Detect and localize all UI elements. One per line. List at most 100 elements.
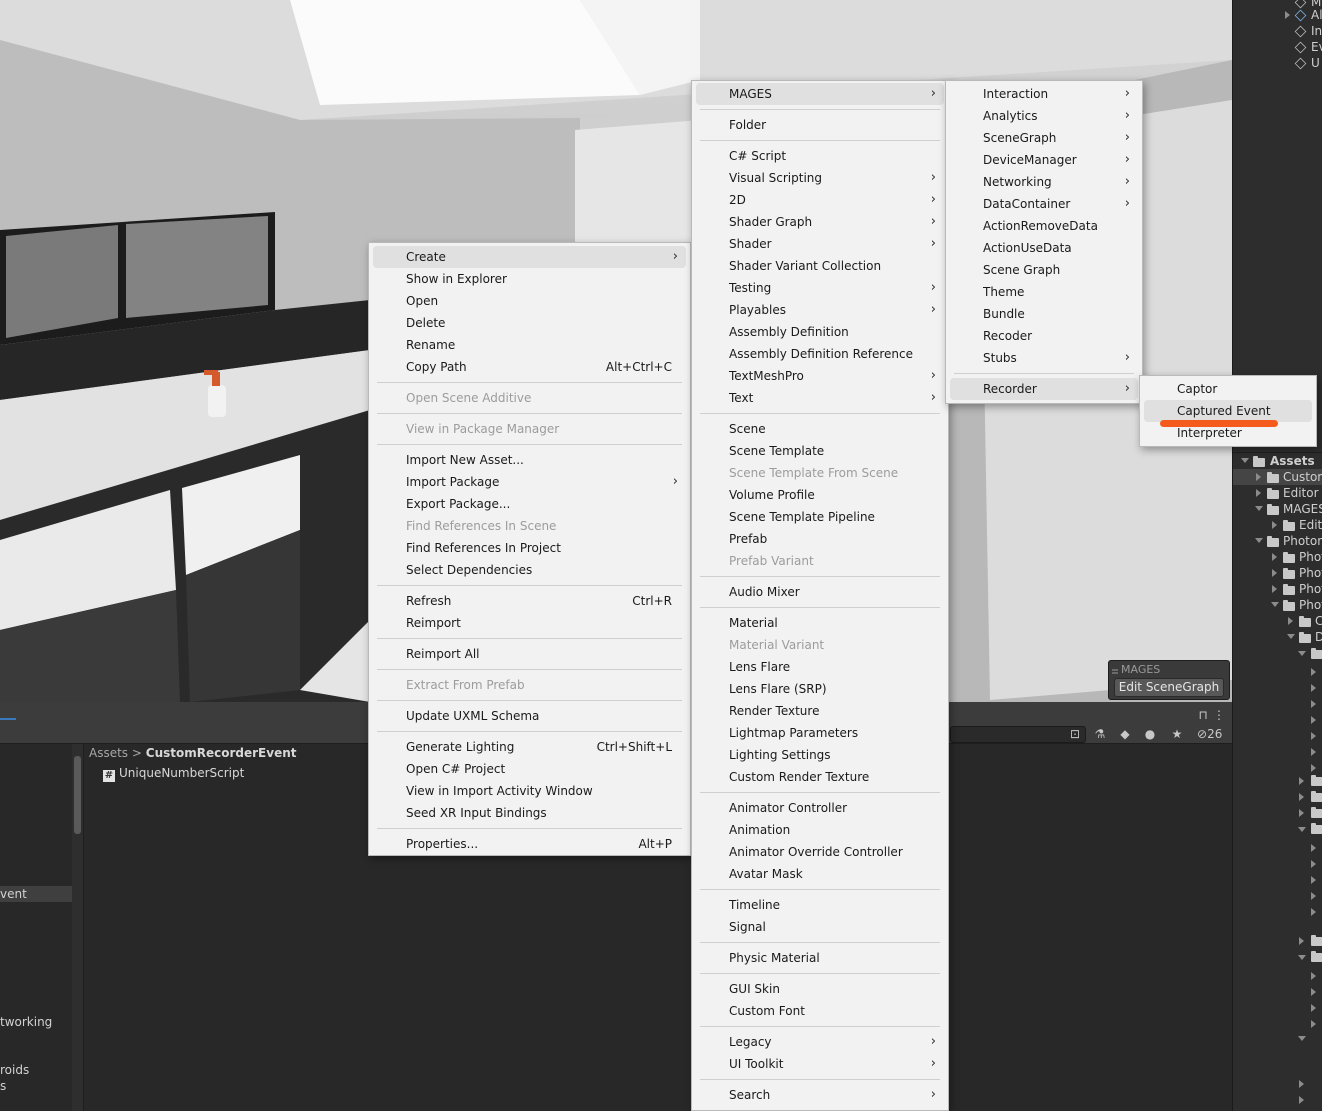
expand-arrow-icon[interactable] — [1311, 1004, 1316, 1012]
menu-item-networking[interactable]: Networking › — [950, 171, 1138, 193]
tree-folder[interactable]: Phot — [1271, 581, 1322, 597]
log-icon[interactable]: ● — [1143, 727, 1157, 741]
menu-item-physic-material[interactable]: Physic Material — [696, 947, 944, 969]
expand-arrow-icon[interactable] — [1311, 700, 1316, 708]
menu-item-prefab[interactable]: Prefab — [696, 528, 944, 550]
collapse-arrow-icon[interactable] — [1298, 1036, 1306, 1041]
menu-item-stubs[interactable]: Stubs › — [950, 347, 1138, 369]
menu-item-custom-font[interactable]: Custom Font — [696, 1000, 944, 1022]
menu-item-captor[interactable]: Captor — [1144, 378, 1312, 400]
expand-arrow-icon[interactable] — [1256, 473, 1261, 481]
expand-arrow-icon[interactable] — [1299, 809, 1304, 817]
menu-item-custom-render-texture[interactable]: Custom Render Texture — [696, 766, 944, 788]
tree-folder[interactable]: Editor — [1255, 485, 1319, 501]
tree-folder[interactable]: MAGES — [1255, 501, 1322, 517]
menu-item-captured-event[interactable]: Captured Event — [1144, 400, 1312, 422]
expand-arrow-icon[interactable] — [1272, 585, 1277, 593]
menu-item-select-dependencies[interactable]: Select Dependencies — [373, 559, 686, 581]
menu-item-import-new-asset[interactable]: Import New Asset... — [373, 449, 686, 471]
expand-arrow-icon[interactable] — [1311, 668, 1316, 676]
menu-item-folder[interactable]: Folder — [696, 114, 944, 136]
menu-item-view-in-import-activity[interactable]: View in Import Activity Window — [373, 780, 686, 802]
menu-item-theme[interactable]: Theme — [950, 281, 1138, 303]
assets-root[interactable]: Assets — [1239, 453, 1315, 469]
expand-arrow-icon[interactable] — [1311, 716, 1316, 724]
menu-item-render-texture[interactable]: Render Texture — [696, 700, 944, 722]
menu-item-lightmap-parameters[interactable]: Lightmap Parameters — [696, 722, 944, 744]
expand-arrow-icon[interactable] — [1299, 937, 1304, 945]
scrollbar-thumb[interactable] — [74, 756, 81, 834]
menu-item-properties[interactable]: Properties... Alt+P — [373, 833, 686, 855]
label-icon[interactable]: ◆ — [1118, 727, 1132, 741]
menu-item-text[interactable]: Text › — [696, 387, 944, 409]
menu-item-assembly-definition[interactable]: Assembly Definition — [696, 321, 944, 343]
menu-item-import-package[interactable]: Import Package › — [373, 471, 686, 493]
collapse-arrow-icon[interactable] — [1287, 634, 1295, 639]
menu-item-animation[interactable]: Animation — [696, 819, 944, 841]
folder-item-label[interactable]: roids — [0, 1063, 29, 1077]
edit-scenegraph-button[interactable]: Edit SceneGraph — [1114, 678, 1224, 697]
project-tab[interactable] — [0, 702, 16, 720]
menu-item-material[interactable]: Material — [696, 612, 944, 634]
menu-item-interaction[interactable]: Interaction › — [950, 83, 1138, 105]
expand-arrow-icon[interactable] — [1311, 876, 1316, 884]
menu-item-scene[interactable]: Scene — [696, 418, 944, 440]
expand-arrow-icon[interactable] — [1311, 764, 1316, 772]
menu-item-animator-controller[interactable]: Animator Controller — [696, 797, 944, 819]
menu-item-seed-xr-input-bindings[interactable]: Seed XR Input Bindings — [373, 802, 686, 824]
menu-item-actionremovedata[interactable]: ActionRemoveData — [950, 215, 1138, 237]
menu-item-legacy[interactable]: Legacy › — [696, 1031, 944, 1053]
menu-item-volume-profile[interactable]: Volume Profile — [696, 484, 944, 506]
collapse-arrow-icon[interactable] — [1271, 602, 1279, 607]
filter-icon[interactable]: ⚗ — [1093, 727, 1107, 741]
menu-item-mages[interactable]: MAGES › — [696, 83, 944, 105]
menu-item-timeline[interactable]: Timeline — [696, 894, 944, 916]
expand-arrow-icon[interactable] — [1311, 748, 1316, 756]
menu-item-datacontainer[interactable]: DataContainer › — [950, 193, 1138, 215]
tree-folder[interactable]: Custom — [1255, 469, 1322, 485]
search-by-type-icon[interactable]: ⊡ — [1068, 727, 1082, 741]
project-search-input[interactable] — [950, 726, 1086, 743]
expand-arrow-icon[interactable] — [1256, 489, 1261, 497]
menu-item-open-csharp-project[interactable]: Open C# Project — [373, 758, 686, 780]
menu-item-delete[interactable]: Delete — [373, 312, 686, 334]
menu-item-search[interactable]: Search › — [696, 1084, 944, 1106]
menu-item-playables[interactable]: Playables › — [696, 299, 944, 321]
menu-item-audio-mixer[interactable]: Audio Mixer — [696, 581, 944, 603]
expand-arrow-icon[interactable] — [1311, 1020, 1316, 1028]
menu-item-scene-graph[interactable]: Scene Graph — [950, 259, 1138, 281]
menu-item-testing[interactable]: Testing › — [696, 277, 944, 299]
menu-item-generate-lighting[interactable]: Generate Lighting Ctrl+Shift+L — [373, 736, 686, 758]
menu-item-reimport-all[interactable]: Reimport All — [373, 643, 686, 665]
expand-arrow-icon[interactable] — [1311, 684, 1316, 692]
hierarchy-item[interactable]: Al — [1285, 7, 1322, 23]
expand-arrow-icon[interactable] — [1272, 521, 1277, 529]
menu-item-lens-flare[interactable]: Lens Flare — [696, 656, 944, 678]
hierarchy-item[interactable]: In — [1289, 23, 1322, 39]
menu-item-bundle[interactable]: Bundle — [950, 303, 1138, 325]
tree-folder[interactable]: De — [1287, 629, 1322, 645]
expand-arrow-icon[interactable] — [1311, 892, 1316, 900]
menu-item-2d[interactable]: 2D › — [696, 189, 944, 211]
menu-item-visual-scripting[interactable]: Visual Scripting › — [696, 167, 944, 189]
menu-item-scene-template[interactable]: Scene Template — [696, 440, 944, 462]
menu-item-csharp-script[interactable]: C# Script — [696, 145, 944, 167]
menu-item-update-uxml-schema[interactable]: Update UXML Schema — [373, 705, 686, 727]
menu-item-export-package[interactable]: Export Package... — [373, 493, 686, 515]
menu-item-copy-path[interactable]: Copy Path Alt+Ctrl+C — [373, 356, 686, 378]
tree-folder[interactable]: Photon — [1255, 533, 1322, 549]
expand-arrow-icon[interactable] — [1299, 1096, 1304, 1104]
expand-arrow-icon[interactable] — [1299, 777, 1304, 785]
menu-item-lighting-settings[interactable]: Lighting Settings — [696, 744, 944, 766]
menu-item-devicemanager[interactable]: DeviceManager › — [950, 149, 1138, 171]
collapse-arrow-icon[interactable] — [1298, 651, 1306, 656]
expand-arrow-icon[interactable] — [1272, 553, 1277, 561]
expand-arrow-icon[interactable] — [1311, 844, 1316, 852]
collapse-arrow-icon[interactable] — [1255, 506, 1263, 511]
hierarchy-item[interactable]: Ev — [1289, 39, 1322, 55]
menu-item-scene-template-pipeline[interactable]: Scene Template Pipeline — [696, 506, 944, 528]
folder-item-label[interactable]: vent — [0, 887, 27, 901]
menu-item-ui-toolkit[interactable]: UI Toolkit › — [696, 1053, 944, 1075]
expand-arrow-icon[interactable] — [1288, 617, 1293, 625]
tree-folder[interactable]: Edito — [1271, 517, 1322, 533]
